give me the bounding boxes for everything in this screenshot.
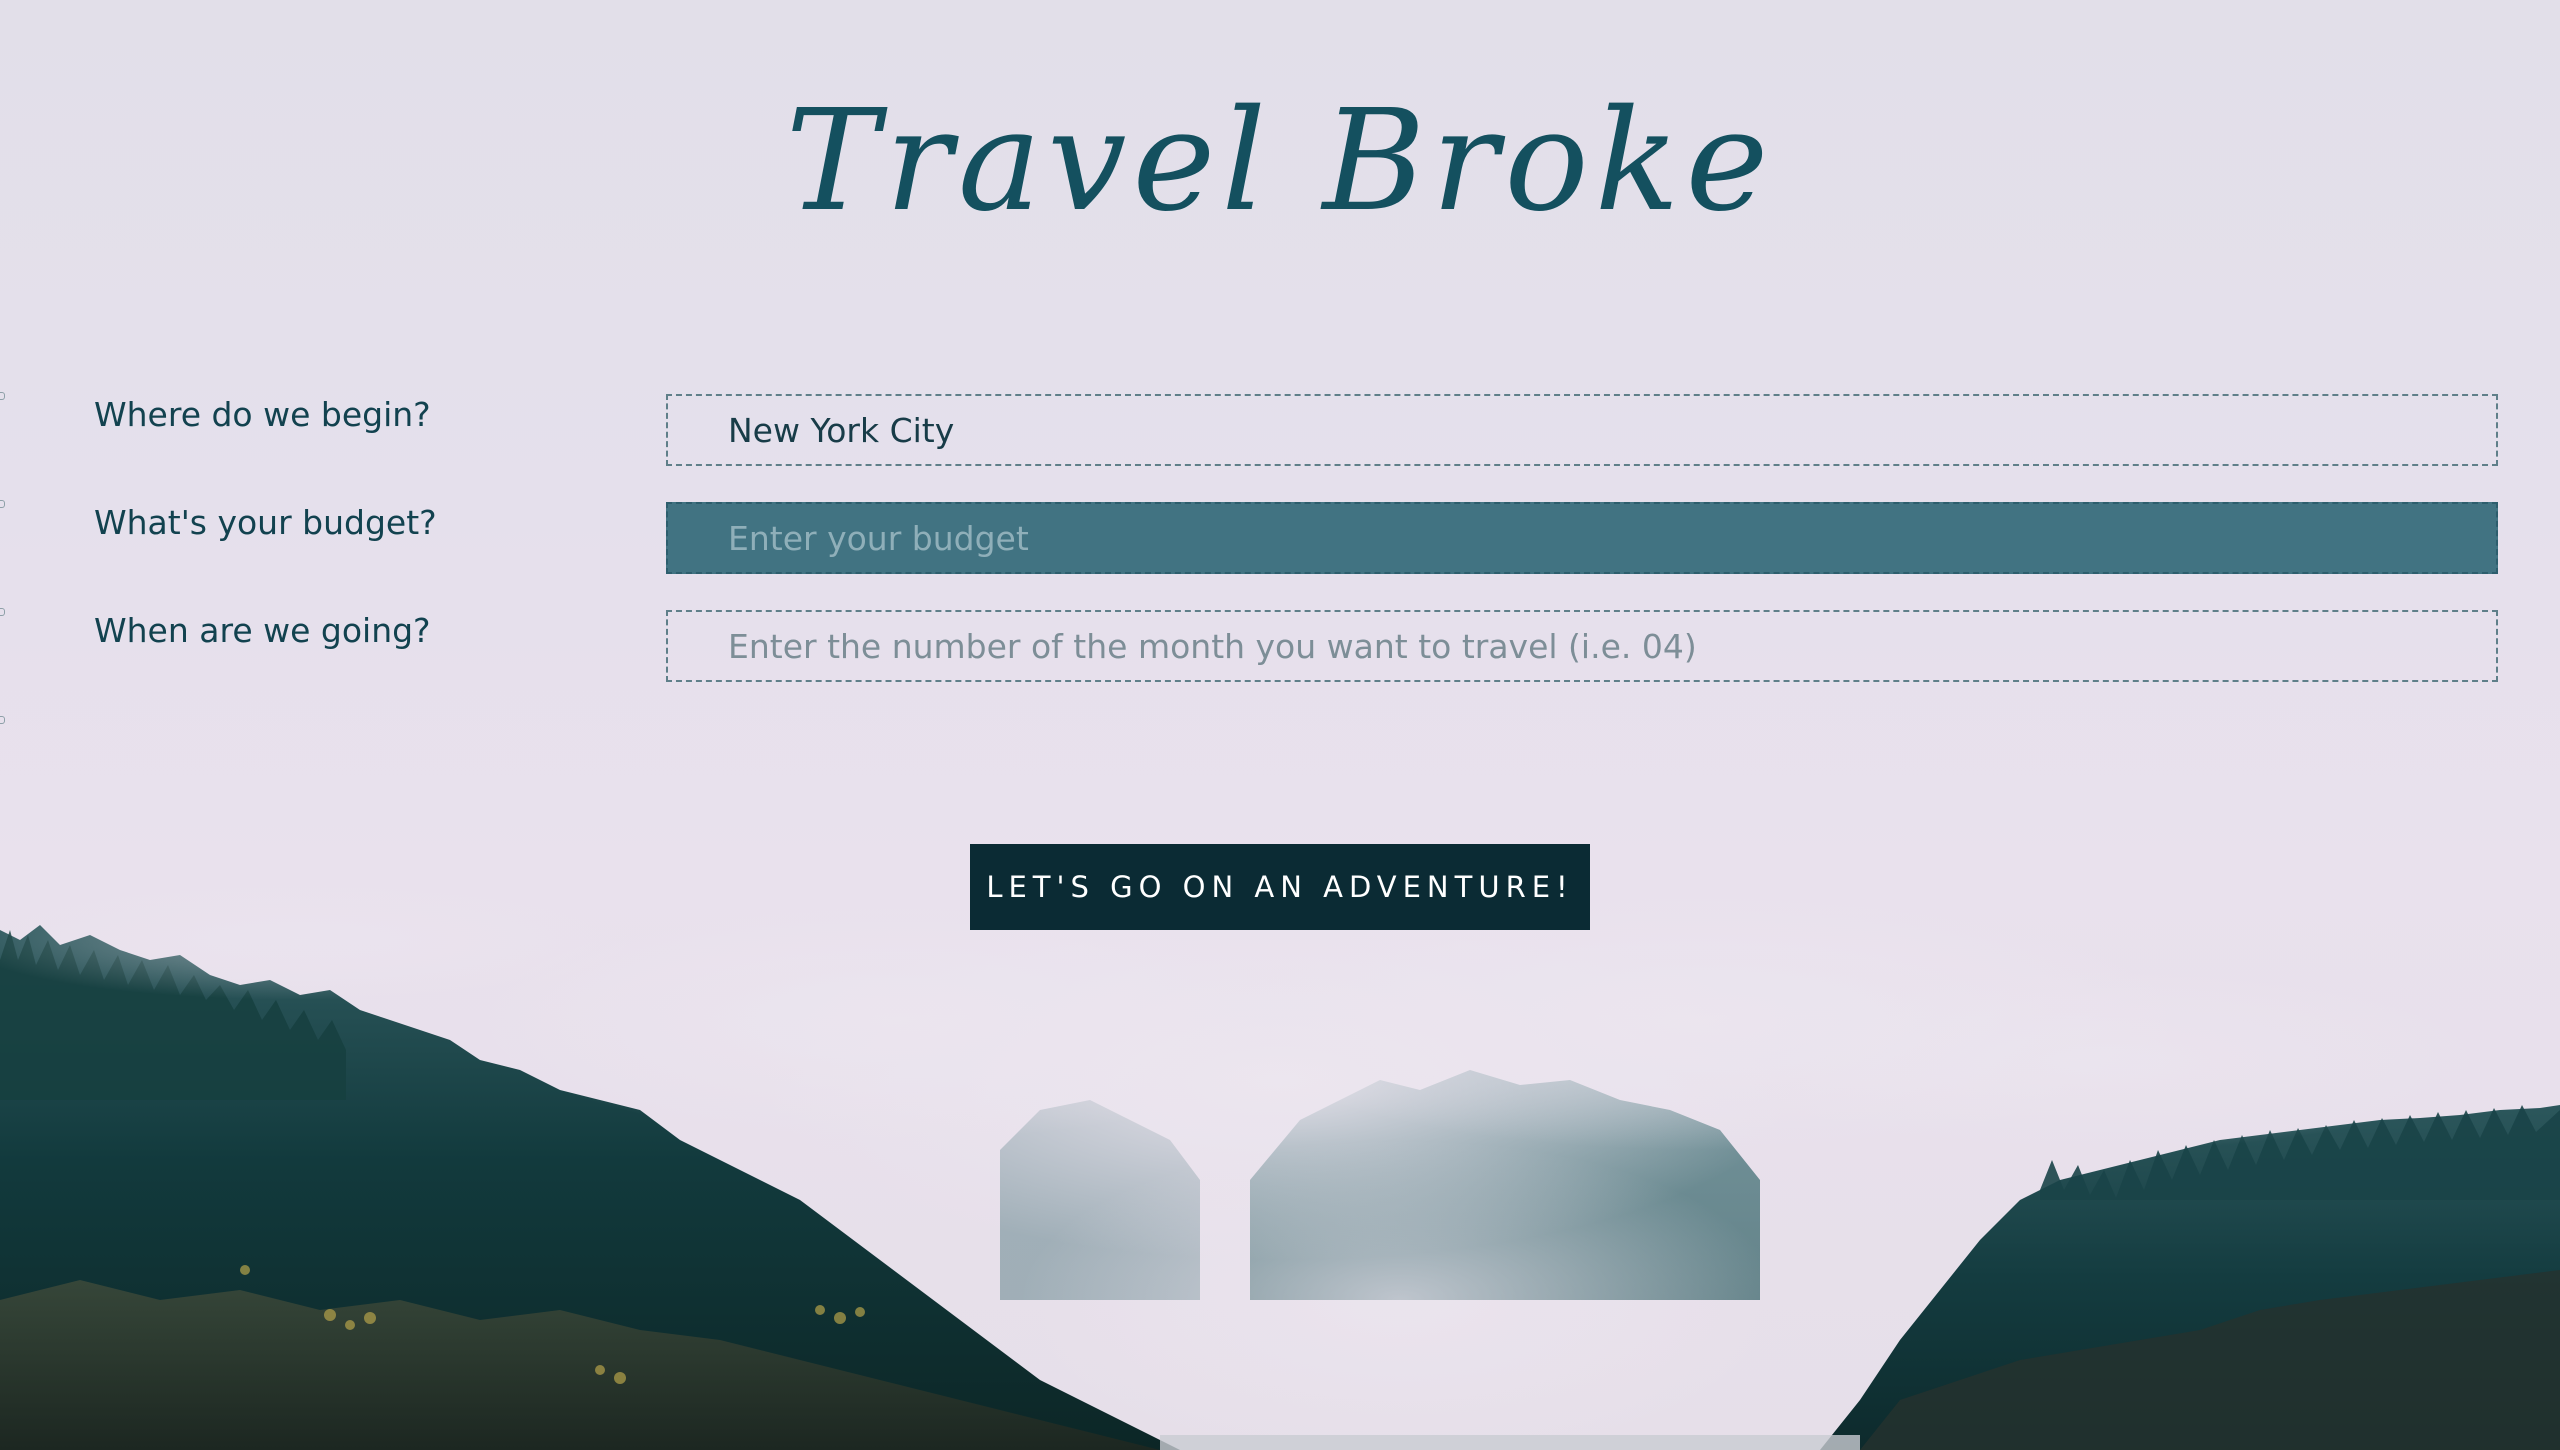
edge-marker bbox=[0, 716, 5, 724]
month-input[interactable] bbox=[666, 610, 2498, 682]
budget-input[interactable] bbox=[666, 502, 2498, 574]
edge-marker bbox=[0, 500, 5, 508]
origin-input[interactable] bbox=[666, 394, 2498, 466]
edge-marker bbox=[0, 392, 5, 400]
edge-marker bbox=[0, 608, 5, 616]
origin-label: Where do we begin? bbox=[94, 395, 431, 434]
month-label: When are we going? bbox=[94, 611, 431, 650]
adventure-submit-button[interactable]: LET'S GO ON AN ADVENTURE! bbox=[970, 844, 1590, 930]
budget-label: What's your budget? bbox=[94, 503, 437, 542]
app-title: Travel Broke bbox=[785, 80, 1775, 243]
